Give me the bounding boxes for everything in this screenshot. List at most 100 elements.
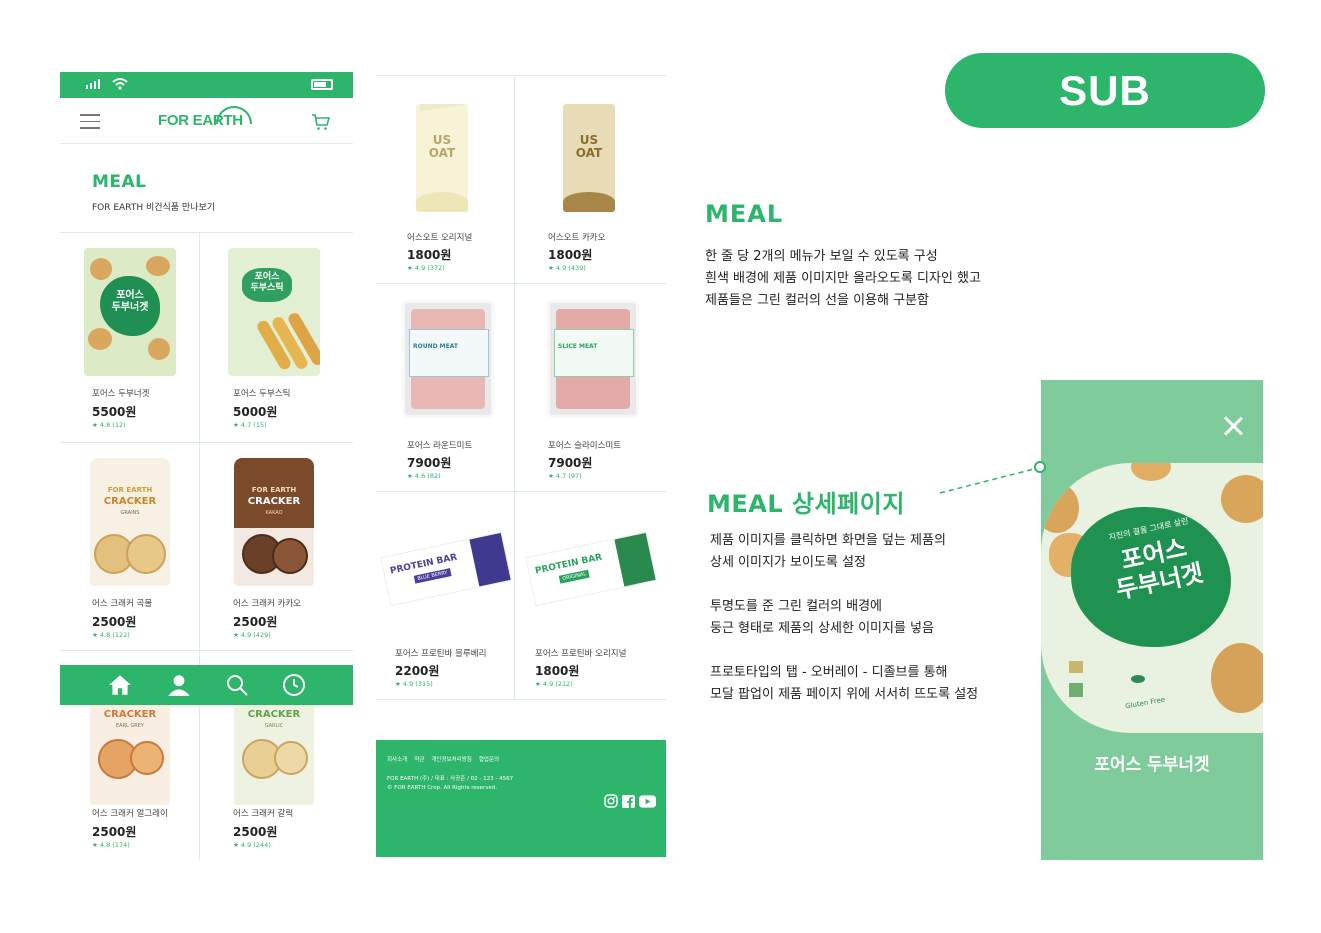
footer-links: 회사소개 약관 개인정보처리방침 협업문의 [387, 755, 499, 763]
pack-text: SLICE MEAT [558, 343, 598, 350]
pack-text: CRACKER [103, 496, 157, 507]
footer-link-terms[interactable]: 약관 [414, 755, 424, 763]
product-image: CRACKER GARLIC [234, 705, 314, 805]
product-price: 2500원 [92, 825, 137, 839]
product-rating: ★ 4.9 (244) [233, 841, 271, 849]
product-price: 5000원 [233, 405, 278, 419]
product-price: 2200원 [395, 664, 440, 678]
description-line: 흰색 배경에 제품 이미지만 올라오도록 디자인 했고 [705, 271, 981, 286]
product-image: PROTEIN BAR BLUE BERRY [380, 531, 512, 607]
product-name: 포어스 프로틴바 오리지널 [535, 649, 627, 659]
product-image: PROTEIN BAR ORIGINAL [525, 531, 657, 607]
pack-text: OAT [575, 146, 603, 160]
product-card[interactable]: FOR EARTH CRACKER KAKAO 어스 크래커 카카오 2500원… [200, 443, 353, 650]
top-nav: FOR EARTH [60, 98, 353, 144]
cart-icon[interactable] [311, 112, 331, 132]
wifi-icon [112, 78, 128, 90]
product-card[interactable]: 포어스 두부너겟 포어스 두부너겟 5500원 ★ 4.8 (12) [60, 233, 199, 442]
description-line: 둥근 형태로 제품의 상세한 이미지를 넣음 [710, 621, 934, 636]
product-name: 포어스 라운드미트 [407, 441, 473, 451]
copyright: © FOR EARTH Crop. All Rights reserved. [387, 785, 498, 791]
detail-description: 제품 이미지를 클릭하면 화면을 덮는 제품의 상세 이미지가 보이도록 설정 … [710, 530, 978, 728]
meal-heading: MEAL [705, 200, 784, 228]
product-name: 포어스 프로틴바 블루베리 [395, 649, 487, 659]
pack-text: CRACKER [247, 496, 301, 507]
product-image: SLICE MEAT [547, 300, 639, 418]
clock-icon[interactable] [282, 673, 306, 697]
youtube-icon[interactable] [639, 794, 656, 808]
product-image: FOR EARTH CRACKER GRAINS [90, 458, 170, 586]
site-footer: 회사소개 약관 개인정보처리방침 협업문의 FOR EARTH (주) / 대표… [376, 740, 666, 857]
close-icon[interactable] [1223, 416, 1243, 436]
product-card[interactable]: US OAT 어스오트 오리지널 1800원 ★ 4.9 (372) [376, 76, 514, 283]
bottom-tab-bar [60, 665, 353, 705]
description-line: 한 줄 당 2개의 메뉴가 보일 수 있도록 구성 [705, 249, 938, 264]
meal-phone-screen: FOR EARTH MEAL FOR EARTH 비건식품 만나보기 포어스 두… [60, 72, 353, 862]
menu-icon[interactable] [80, 114, 100, 130]
product-card[interactable]: SLICE MEAT 포어스 슬라이스미트 7900원 ★ 4.7 (97) [515, 284, 666, 491]
product-name: 포어스 두부너겟 [92, 389, 150, 399]
pack-text: GARLIC [264, 723, 284, 729]
product-price: 2500원 [233, 615, 278, 629]
product-card[interactable]: 포어스 두부스틱 포어스 두부스틱 5000원 ★ 4.7 (15) [200, 233, 353, 442]
product-rating: ★ 4.9 (439) [548, 264, 586, 272]
product-image: FOR EARTH CRACKER KAKAO [234, 458, 314, 586]
product-name: 어스 크래커 카카오 [233, 599, 301, 609]
product-name: 포어스 슬라이스미트 [548, 441, 622, 451]
instagram-icon[interactable] [604, 794, 618, 808]
product-name: 어스 크래커 곡물 [92, 599, 153, 609]
home-icon[interactable] [107, 672, 133, 698]
pack-text: CRACKER [247, 709, 301, 720]
description-line: 모달 팝업이 제품 페이지 위에 서서히 뜨도록 설정 [710, 687, 979, 702]
product-price: 5500원 [92, 405, 137, 419]
product-card[interactable]: US OAT 어스오트 카카오 1800원 ★ 4.9 (439) [515, 76, 666, 283]
pack-text: CRACKER [103, 709, 157, 720]
pack-text: 두부너겟 [111, 302, 149, 313]
product-image: US OAT [416, 104, 468, 212]
pack-text: KAKAO [265, 510, 283, 516]
logo-arc-icon [216, 106, 252, 124]
footer-link-privacy[interactable]: 개인정보처리방침 [431, 755, 471, 763]
pack-text: 포어스 [116, 290, 144, 301]
product-rating: ★ 4.8 (122) [92, 631, 130, 639]
product-card[interactable]: FOR EARTH CRACKER GRAINS 어스 크래커 곡물 2500원… [60, 443, 199, 650]
signal-icon [86, 79, 100, 89]
social-links [604, 794, 656, 808]
footer-link-about[interactable]: 회사소개 [387, 755, 407, 763]
sub-label-badge: SUB [945, 53, 1265, 128]
product-name: 포어스 두부스틱 [233, 389, 291, 399]
pack-text: 포어스 [254, 272, 280, 282]
product-image: 포어스 두부너겟 [84, 248, 176, 376]
search-icon[interactable] [225, 673, 249, 697]
description-line: 투명도를 준 그린 컬러의 배경에 [710, 599, 883, 614]
grid-divider [376, 699, 666, 700]
product-card[interactable]: ROUND MEAT 포어스 라운드미트 7900원 ★ 4.6 (82) [376, 284, 514, 491]
product-price: 2500원 [233, 825, 278, 839]
footer-link-contact[interactable]: 협업문의 [479, 755, 499, 763]
product-price: 1800원 [548, 248, 593, 262]
battery-icon [311, 79, 333, 90]
product-price: 7900원 [407, 456, 452, 470]
description-line: 제품 이미지를 클릭하면 화면을 덮는 제품의 [710, 533, 946, 548]
product-name: 어스오트 카카오 [548, 233, 606, 243]
product-price: 1800원 [535, 664, 580, 678]
connector-line [939, 468, 1035, 494]
section-subtitle: FOR EARTH 비건식품 만나보기 [92, 203, 216, 213]
product-image: US OAT [563, 104, 615, 212]
connector-dot [1034, 461, 1046, 473]
pack-text: ORIGINAL [558, 569, 590, 584]
product-price: 7900원 [548, 456, 593, 470]
product-detail-image: 지친의 결을 그대로 살린 포어스 두부너겟 Gluten Free [1041, 463, 1263, 733]
product-card[interactable]: PROTEIN BAR ORIGINAL 포어스 프로틴바 오리지널 1800원… [515, 492, 666, 699]
facebook-icon[interactable] [622, 794, 635, 808]
pack-text: FOR EARTH [251, 486, 297, 494]
description-line: 상세 이미지가 보이도록 설정 [710, 555, 866, 570]
product-rating: ★ 4.9 (212) [535, 680, 573, 688]
product-rating: ★ 4.9 (372) [407, 264, 445, 272]
gluten-free-badge: Gluten Free [1124, 695, 1166, 711]
product-list-screen: US OAT 어스오트 오리지널 1800원 ★ 4.9 (372) US OA… [376, 75, 666, 857]
user-icon[interactable] [166, 672, 192, 698]
product-card[interactable]: PROTEIN BAR BLUE BERRY 포어스 프로틴바 블루베리 220… [376, 492, 514, 699]
pack-text: ROUND MEAT [413, 343, 459, 350]
pack-text: EARL GREY [116, 723, 144, 729]
